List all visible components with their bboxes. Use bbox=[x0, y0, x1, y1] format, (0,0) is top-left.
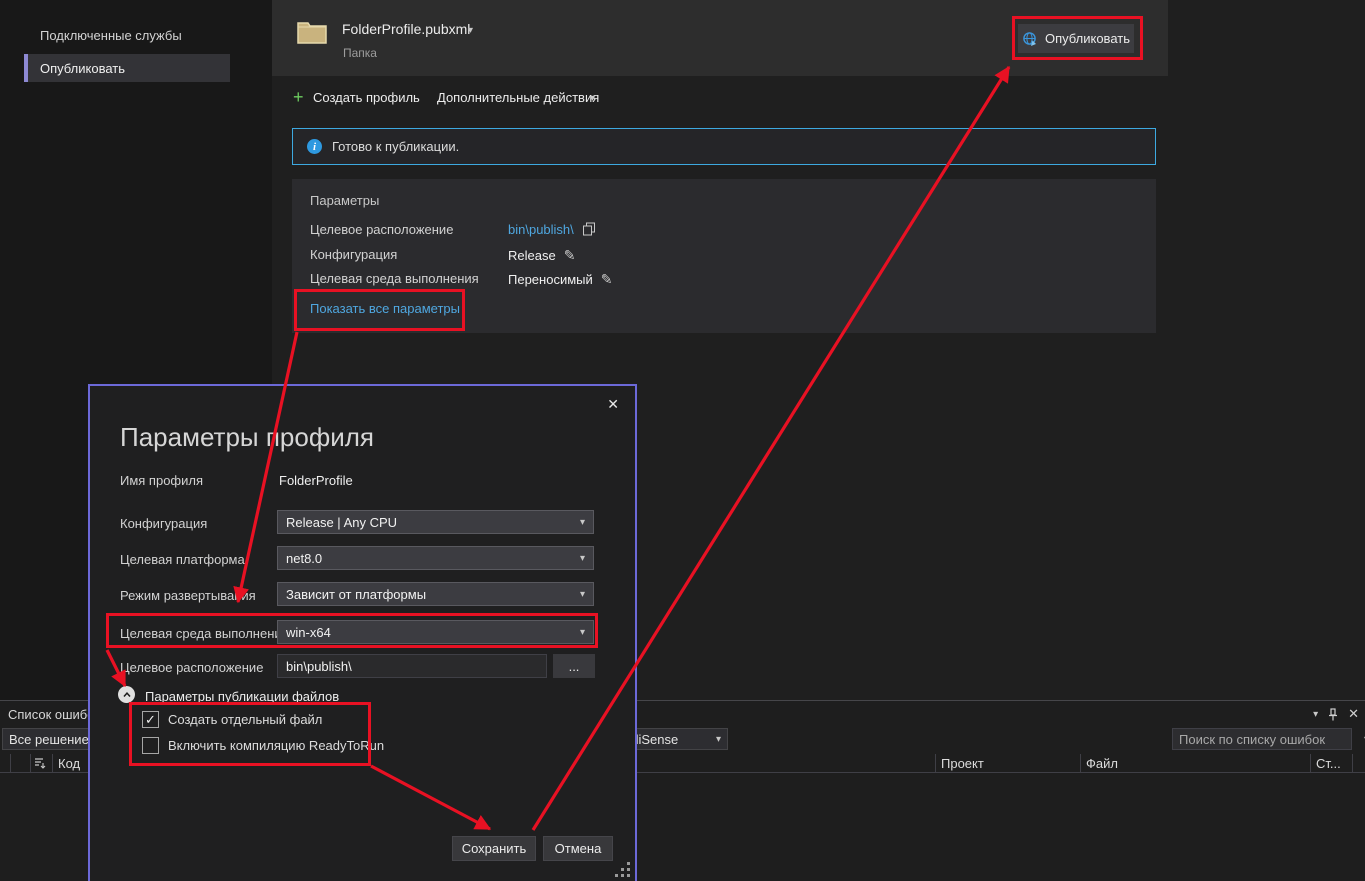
target-runtime-label: Целевая среда выполнения bbox=[310, 271, 479, 286]
target-location-link[interactable]: bin\publish\ bbox=[508, 222, 574, 237]
profile-name-value: FolderProfile bbox=[279, 473, 353, 488]
edit-configuration-pencil-icon[interactable]: ✎ bbox=[564, 247, 576, 263]
scope-dropdown-value: Все решение bbox=[9, 732, 89, 747]
selected-accent-bar bbox=[24, 54, 28, 82]
target-location-value: bin\publish\ bbox=[508, 222, 596, 237]
single-file-row: Создать отдельный файл bbox=[142, 711, 322, 728]
target-location-label: Целевое расположение bbox=[310, 222, 453, 237]
target-runtime-select-value: win-x64 bbox=[286, 625, 331, 640]
publish-globe-icon bbox=[1022, 31, 1038, 47]
ready-to-run-row: Включить компиляцию ReadyToRun bbox=[142, 737, 384, 754]
publish-button-label: Опубликовать bbox=[1045, 31, 1130, 46]
summary-title: Параметры bbox=[310, 193, 379, 208]
target-framework-select[interactable]: net8.0 ▾ bbox=[277, 546, 594, 570]
save-button[interactable]: Сохранить bbox=[452, 836, 536, 861]
column-project[interactable]: Проект bbox=[941, 756, 984, 771]
create-profile-link[interactable]: Создать профиль bbox=[313, 90, 420, 105]
single-file-label: Создать отдельный файл bbox=[168, 712, 322, 727]
ready-infobar: i Готово к публикации. bbox=[292, 128, 1156, 165]
sidebar-item-label: Опубликовать bbox=[40, 61, 125, 76]
dialog-title: Параметры профиля bbox=[120, 422, 374, 453]
configuration-value: Release ✎ bbox=[508, 247, 575, 264]
configuration-chevron-down-icon: ▾ bbox=[580, 517, 585, 528]
edit-runtime-pencil-icon[interactable]: ✎ bbox=[601, 271, 613, 287]
column-code[interactable]: Код bbox=[58, 756, 80, 771]
panel-close-icon[interactable]: ✕ bbox=[1348, 706, 1359, 722]
target-runtime-chevron-down-icon: ▾ bbox=[580, 627, 585, 638]
dlg-configuration-label: Конфигурация bbox=[120, 516, 207, 531]
error-list-title: Список ошибок bbox=[8, 707, 100, 722]
cancel-button[interactable]: Отмена bbox=[543, 836, 613, 861]
profile-file-name[interactable]: FolderProfile.pubxml bbox=[342, 21, 470, 37]
pin-icon[interactable] bbox=[1328, 708, 1338, 721]
deployment-mode-select[interactable]: Зависит от платформы ▾ bbox=[277, 582, 594, 606]
severity-sort-icon[interactable] bbox=[34, 757, 46, 769]
ready-to-run-checkbox[interactable] bbox=[142, 737, 159, 754]
provider-chevron-down-icon: ▾ bbox=[716, 734, 721, 745]
configuration-select-value: Release | Any CPU bbox=[286, 515, 397, 530]
dialog-close-icon[interactable]: ✕ bbox=[607, 396, 619, 413]
copy-icon[interactable] bbox=[582, 222, 596, 236]
more-actions-dropdown[interactable]: Дополнительные действия bbox=[437, 90, 599, 105]
configuration-select[interactable]: Release | Any CPU ▾ bbox=[277, 510, 594, 534]
configuration-value-text: Release bbox=[508, 248, 556, 263]
column-line[interactable]: Ст... bbox=[1316, 756, 1341, 771]
resize-grip[interactable] bbox=[615, 862, 631, 878]
deployment-mode-select-value: Зависит от платформы bbox=[286, 587, 426, 602]
search-input[interactable] bbox=[1173, 732, 1361, 747]
target-location-input[interactable] bbox=[277, 654, 547, 678]
dlg-target-runtime-label: Целевая среда выполнения bbox=[120, 626, 289, 641]
connected-services-label[interactable]: Подключенные службы bbox=[40, 28, 182, 43]
show-all-settings-link[interactable]: Показать все параметры bbox=[310, 301, 460, 316]
panel-chevron-down-icon[interactable]: ▾ bbox=[1313, 709, 1318, 720]
profile-kind-label: Папка bbox=[343, 46, 377, 60]
file-publish-options-title[interactable]: Параметры публикации файлов bbox=[145, 689, 339, 704]
plus-icon: + bbox=[293, 87, 304, 108]
profile-chevron-down-icon[interactable]: ▾ bbox=[468, 25, 473, 36]
browse-button[interactable]: ... bbox=[553, 654, 595, 678]
section-collapse-chevron-up-icon[interactable] bbox=[118, 686, 135, 703]
more-actions-chevron-down-icon[interactable]: ▾ bbox=[590, 93, 595, 104]
deployment-mode-chevron-down-icon: ▾ bbox=[580, 589, 585, 600]
target-runtime-value-text: Переносимый bbox=[508, 272, 593, 287]
infobar-message: Готово к публикации. bbox=[332, 139, 459, 154]
info-icon: i bbox=[307, 139, 322, 154]
error-list-search[interactable]: ▾ bbox=[1172, 728, 1352, 750]
target-framework-select-value: net8.0 bbox=[286, 551, 322, 566]
target-runtime-select[interactable]: win-x64 ▾ bbox=[277, 620, 594, 644]
ready-to-run-label: Включить компиляцию ReadyToRun bbox=[168, 738, 384, 753]
profile-settings-dialog: ✕ Параметры профиля Имя профиля FolderPr… bbox=[88, 384, 637, 881]
configuration-label: Конфигурация bbox=[310, 247, 397, 262]
target-framework-label: Целевая платформа bbox=[120, 552, 245, 567]
column-file[interactable]: Файл bbox=[1086, 756, 1118, 771]
target-runtime-value: Переносимый ✎ bbox=[508, 271, 612, 288]
sidebar-item-publish[interactable]: Опубликовать bbox=[24, 54, 230, 82]
single-file-checkbox[interactable] bbox=[142, 711, 159, 728]
target-framework-chevron-down-icon: ▾ bbox=[580, 553, 585, 564]
profile-name-label: Имя профиля bbox=[120, 473, 203, 488]
folder-icon bbox=[296, 18, 328, 46]
publish-button[interactable]: Опубликовать bbox=[1018, 24, 1134, 53]
deployment-mode-label: Режим развертывания bbox=[120, 588, 256, 603]
visual-studio-publish-screen: Подключенные службы Опубликовать FolderP… bbox=[0, 0, 1365, 881]
dlg-target-location-label: Целевое расположение bbox=[120, 660, 263, 675]
